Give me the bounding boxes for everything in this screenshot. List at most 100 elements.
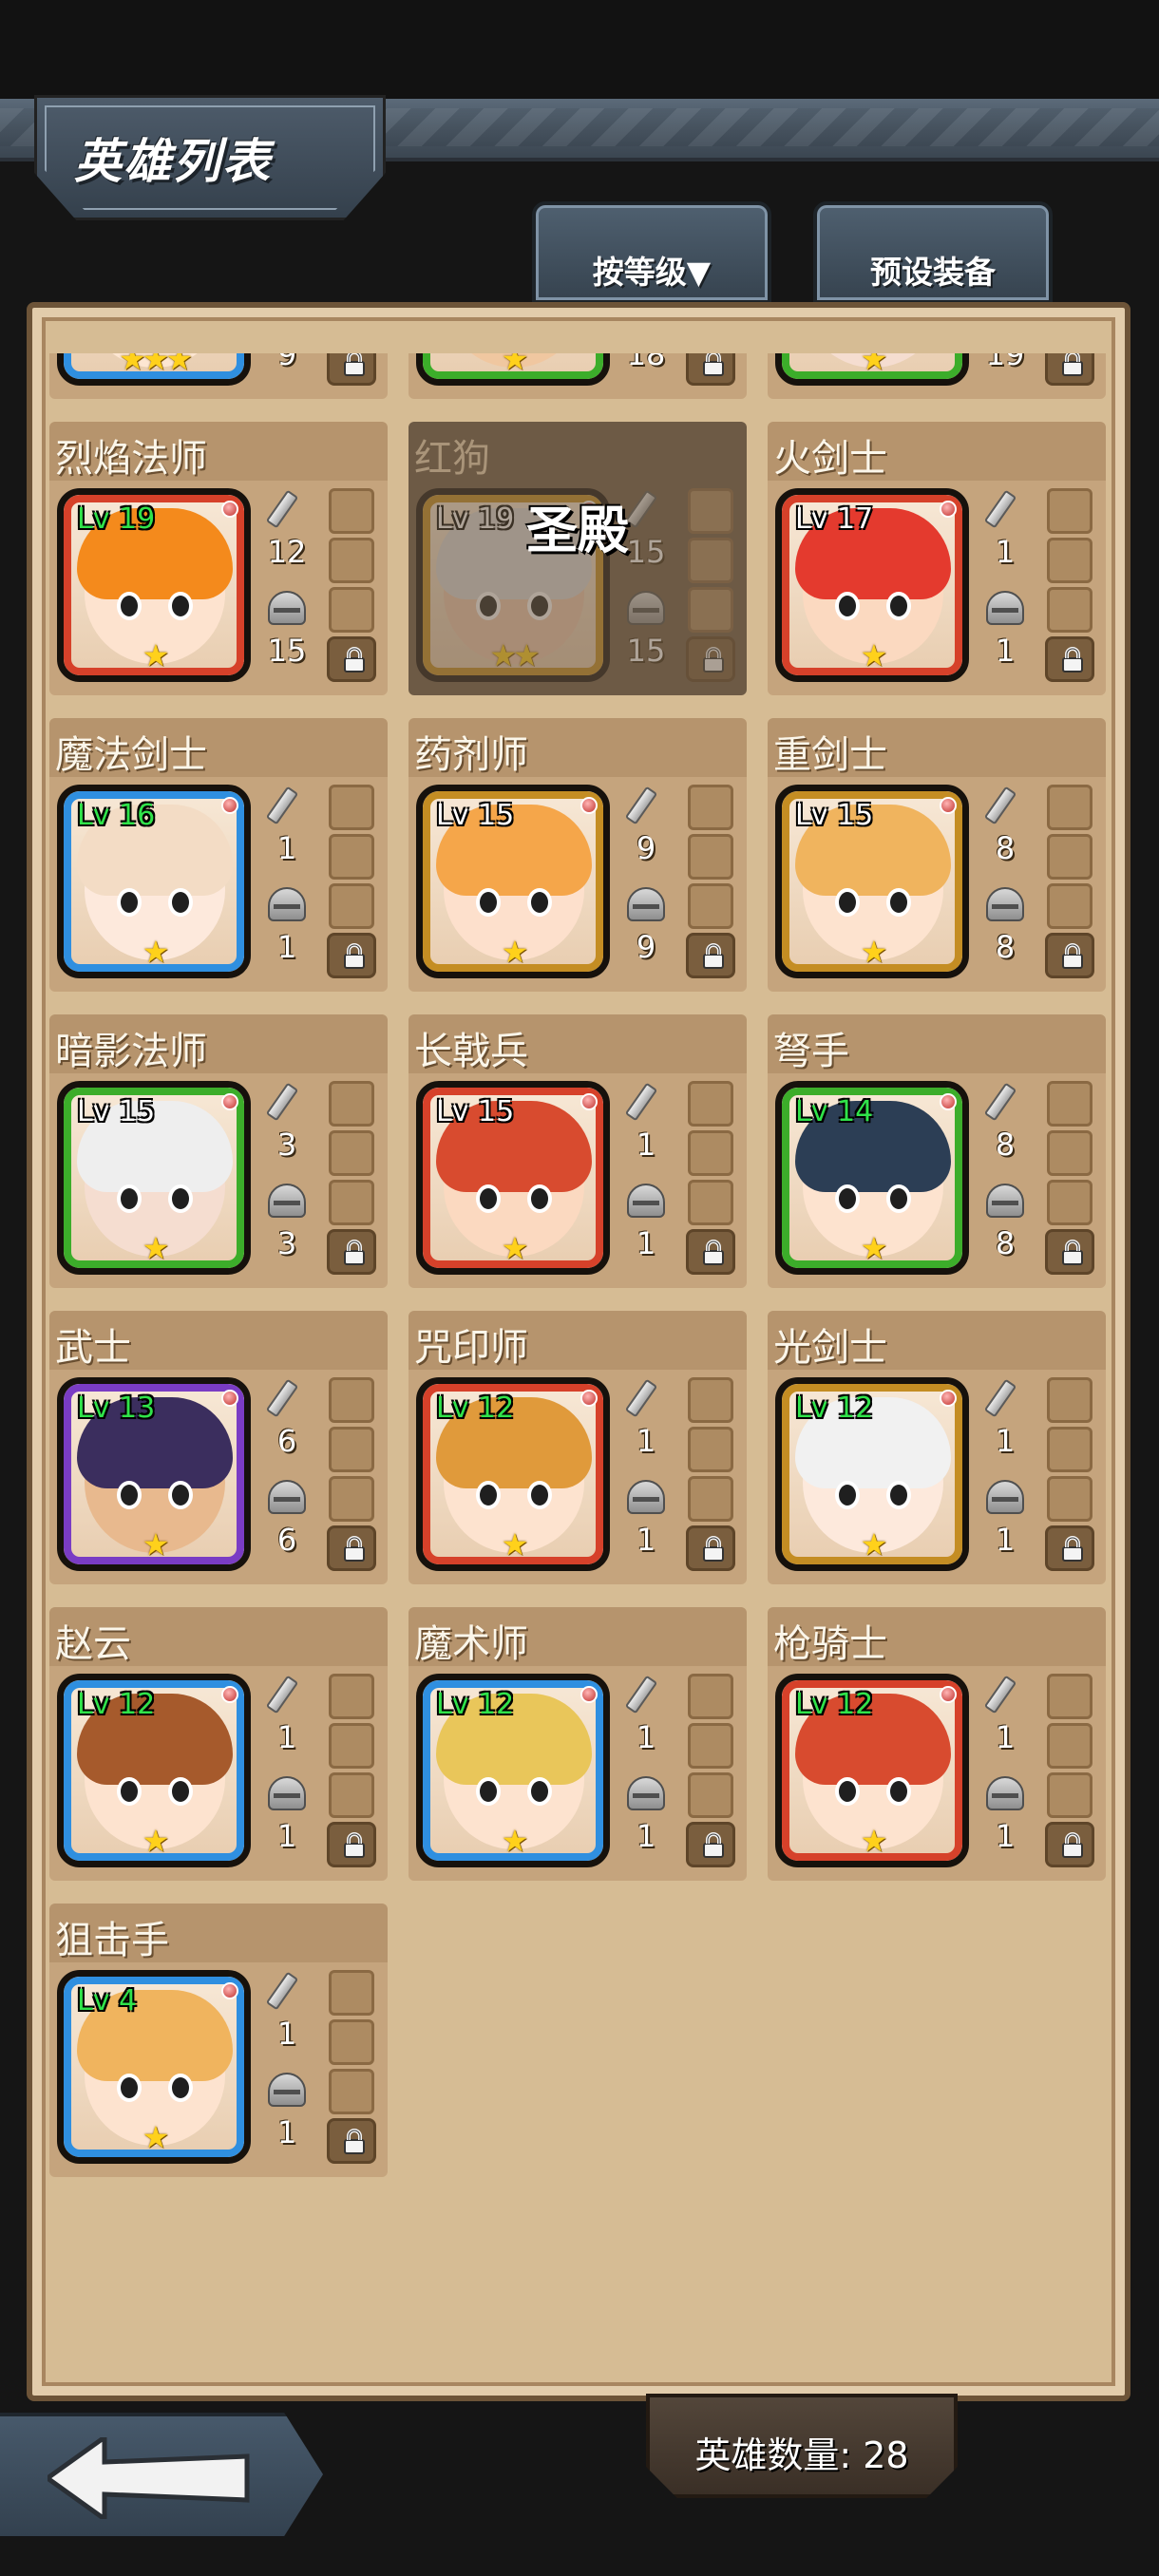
hero-card[interactable]: 光剑士 Lv 12 ★ 1 1 xyxy=(768,1311,1106,1584)
lock-button[interactable] xyxy=(1045,353,1094,386)
equipment-slot[interactable] xyxy=(1047,1427,1092,1472)
lock-button[interactable] xyxy=(1045,1525,1094,1571)
equipment-slot[interactable] xyxy=(688,1476,733,1522)
equipment-slot[interactable] xyxy=(329,1674,374,1719)
equipment-slot[interactable] xyxy=(329,1772,374,1818)
equipment-slot[interactable] xyxy=(1047,1674,1092,1719)
equipment-slot[interactable] xyxy=(688,587,733,633)
hero-portrait[interactable]: Lv 17 ★ xyxy=(775,488,969,682)
equipment-slot[interactable] xyxy=(329,1427,374,1472)
lock-button[interactable] xyxy=(327,1229,376,1275)
equipment-slot[interactable] xyxy=(329,834,374,880)
hero-card[interactable]: 火剑士 Lv 17 ★ 1 1 xyxy=(768,422,1106,695)
hero-card[interactable]: Lv 19 ★★★ 9 9 xyxy=(49,353,388,399)
hero-card[interactable]: 烈焰法师 Lv 19 ★ 12 15 xyxy=(49,422,388,695)
equipment-slot[interactable] xyxy=(688,1377,733,1423)
hero-portrait[interactable]: Lv 15 ★ xyxy=(416,1081,610,1275)
equipment-slot[interactable] xyxy=(1047,1081,1092,1127)
hero-portrait[interactable]: Lv 19 ★★★ xyxy=(57,353,251,386)
equipment-slot[interactable] xyxy=(1047,538,1092,583)
equipment-slot[interactable] xyxy=(1047,1772,1092,1818)
lock-button[interactable] xyxy=(1045,1229,1094,1275)
lock-button[interactable] xyxy=(327,636,376,682)
equipment-slot[interactable] xyxy=(688,1674,733,1719)
hero-portrait[interactable]: Lv 14 ★ xyxy=(775,1081,969,1275)
equipment-slot[interactable] xyxy=(329,1476,374,1522)
equipment-slot[interactable] xyxy=(688,883,733,929)
hero-portrait[interactable]: Lv 12 ★ xyxy=(775,1674,969,1867)
equipment-slot[interactable] xyxy=(329,1723,374,1769)
hero-card[interactable]: 魔术师 Lv 12 ★ 1 1 xyxy=(408,1607,747,1881)
equipment-slot[interactable] xyxy=(329,2019,374,2065)
equipment-slot[interactable] xyxy=(1047,1130,1092,1176)
hero-card[interactable]: 药剂师 Lv 15 ★ 9 9 xyxy=(408,718,747,992)
equipment-slot[interactable] xyxy=(688,1130,733,1176)
hero-card[interactable]: 赵云 Lv 12 ★ 1 1 xyxy=(49,1607,388,1881)
equipment-slot[interactable] xyxy=(688,834,733,880)
equipment-slot[interactable] xyxy=(329,488,374,534)
hero-portrait[interactable]: Lv 16 ★ xyxy=(57,785,251,978)
equipment-slot[interactable] xyxy=(1047,834,1092,880)
hero-card[interactable]: 重剑士 Lv 15 ★ 8 8 xyxy=(768,718,1106,992)
equipment-slot[interactable] xyxy=(329,883,374,929)
lock-button[interactable] xyxy=(686,933,735,978)
hero-portrait[interactable]: Lv 12 ★ xyxy=(57,1674,251,1867)
hero-portrait[interactable]: Lv 19 ★ xyxy=(416,353,610,386)
hero-card[interactable]: 魔法剑士 Lv 16 ★ 1 1 xyxy=(49,718,388,992)
back-button[interactable] xyxy=(0,2413,323,2536)
lock-button[interactable] xyxy=(327,1525,376,1571)
equipment-slot[interactable] xyxy=(1047,587,1092,633)
equipment-slot[interactable] xyxy=(1047,488,1092,534)
lock-button[interactable] xyxy=(327,353,376,386)
lock-button[interactable] xyxy=(1045,636,1094,682)
hero-card[interactable]: 红狗 Lv 19 ★★ 15 15 圣殿 xyxy=(408,422,747,695)
sort-by-level-button[interactable]: 按等级▼ xyxy=(532,201,771,304)
equipment-slot[interactable] xyxy=(329,587,374,633)
hero-portrait[interactable]: Lv 15 ★ xyxy=(416,785,610,978)
equipment-slot[interactable] xyxy=(329,1081,374,1127)
equipment-slot[interactable] xyxy=(329,785,374,830)
lock-button[interactable] xyxy=(327,1822,376,1867)
hero-portrait[interactable]: Lv 12 ★ xyxy=(775,1377,969,1571)
equipment-slot[interactable] xyxy=(688,1180,733,1225)
hero-portrait[interactable]: Lv 12 ★ xyxy=(416,1674,610,1867)
hero-card[interactable]: 枪骑士 Lv 12 ★ 1 1 xyxy=(768,1607,1106,1881)
hero-portrait[interactable]: Lv 15 ★ xyxy=(57,1081,251,1275)
lock-button[interactable] xyxy=(1045,933,1094,978)
hero-portrait[interactable]: Lv 19 ★ xyxy=(775,353,969,386)
equipment-slot[interactable] xyxy=(329,1180,374,1225)
equipment-slot[interactable] xyxy=(1047,1476,1092,1522)
equipment-slot[interactable] xyxy=(329,1970,374,2016)
equipment-slot[interactable] xyxy=(1047,1723,1092,1769)
equipment-slot[interactable] xyxy=(329,538,374,583)
hero-card[interactable]: 长戟兵 Lv 15 ★ 1 1 xyxy=(408,1014,747,1288)
preset-equipment-button[interactable]: 预设装备 xyxy=(813,201,1053,304)
equipment-slot[interactable] xyxy=(688,1081,733,1127)
lock-button[interactable] xyxy=(327,933,376,978)
hero-card[interactable]: 弩手 Lv 14 ★ 8 8 xyxy=(768,1014,1106,1288)
hero-grid[interactable]: Lv 19 ★★★ 9 9 xyxy=(49,353,1110,2375)
hero-portrait[interactable]: Lv 13 ★ xyxy=(57,1377,251,1571)
hero-card[interactable]: 狙击手 Lv 4 ★ 1 1 xyxy=(49,1904,388,2177)
equipment-slot[interactable] xyxy=(688,1772,733,1818)
equipment-slot[interactable] xyxy=(329,2069,374,2114)
hero-card[interactable]: 武士 Lv 13 ★ 6 6 xyxy=(49,1311,388,1584)
equipment-slot[interactable] xyxy=(688,1723,733,1769)
lock-button[interactable] xyxy=(686,1822,735,1867)
equipment-slot[interactable] xyxy=(1047,1180,1092,1225)
lock-button[interactable] xyxy=(686,353,735,386)
lock-button[interactable] xyxy=(686,1229,735,1275)
hero-card[interactable]: Lv 19 ★ 18 18 xyxy=(408,353,747,399)
equipment-slot[interactable] xyxy=(688,785,733,830)
hero-card[interactable]: Lv 19 ★ 19 19 xyxy=(768,353,1106,399)
lock-button[interactable] xyxy=(327,2118,376,2164)
lock-button[interactable] xyxy=(686,636,735,682)
hero-portrait[interactable]: Lv 19 ★ xyxy=(57,488,251,682)
equipment-slot[interactable] xyxy=(329,1130,374,1176)
lock-button[interactable] xyxy=(686,1525,735,1571)
equipment-slot[interactable] xyxy=(1047,785,1092,830)
hero-portrait[interactable]: Lv 15 ★ xyxy=(775,785,969,978)
equipment-slot[interactable] xyxy=(329,1377,374,1423)
equipment-slot[interactable] xyxy=(1047,883,1092,929)
lock-button[interactable] xyxy=(1045,1822,1094,1867)
